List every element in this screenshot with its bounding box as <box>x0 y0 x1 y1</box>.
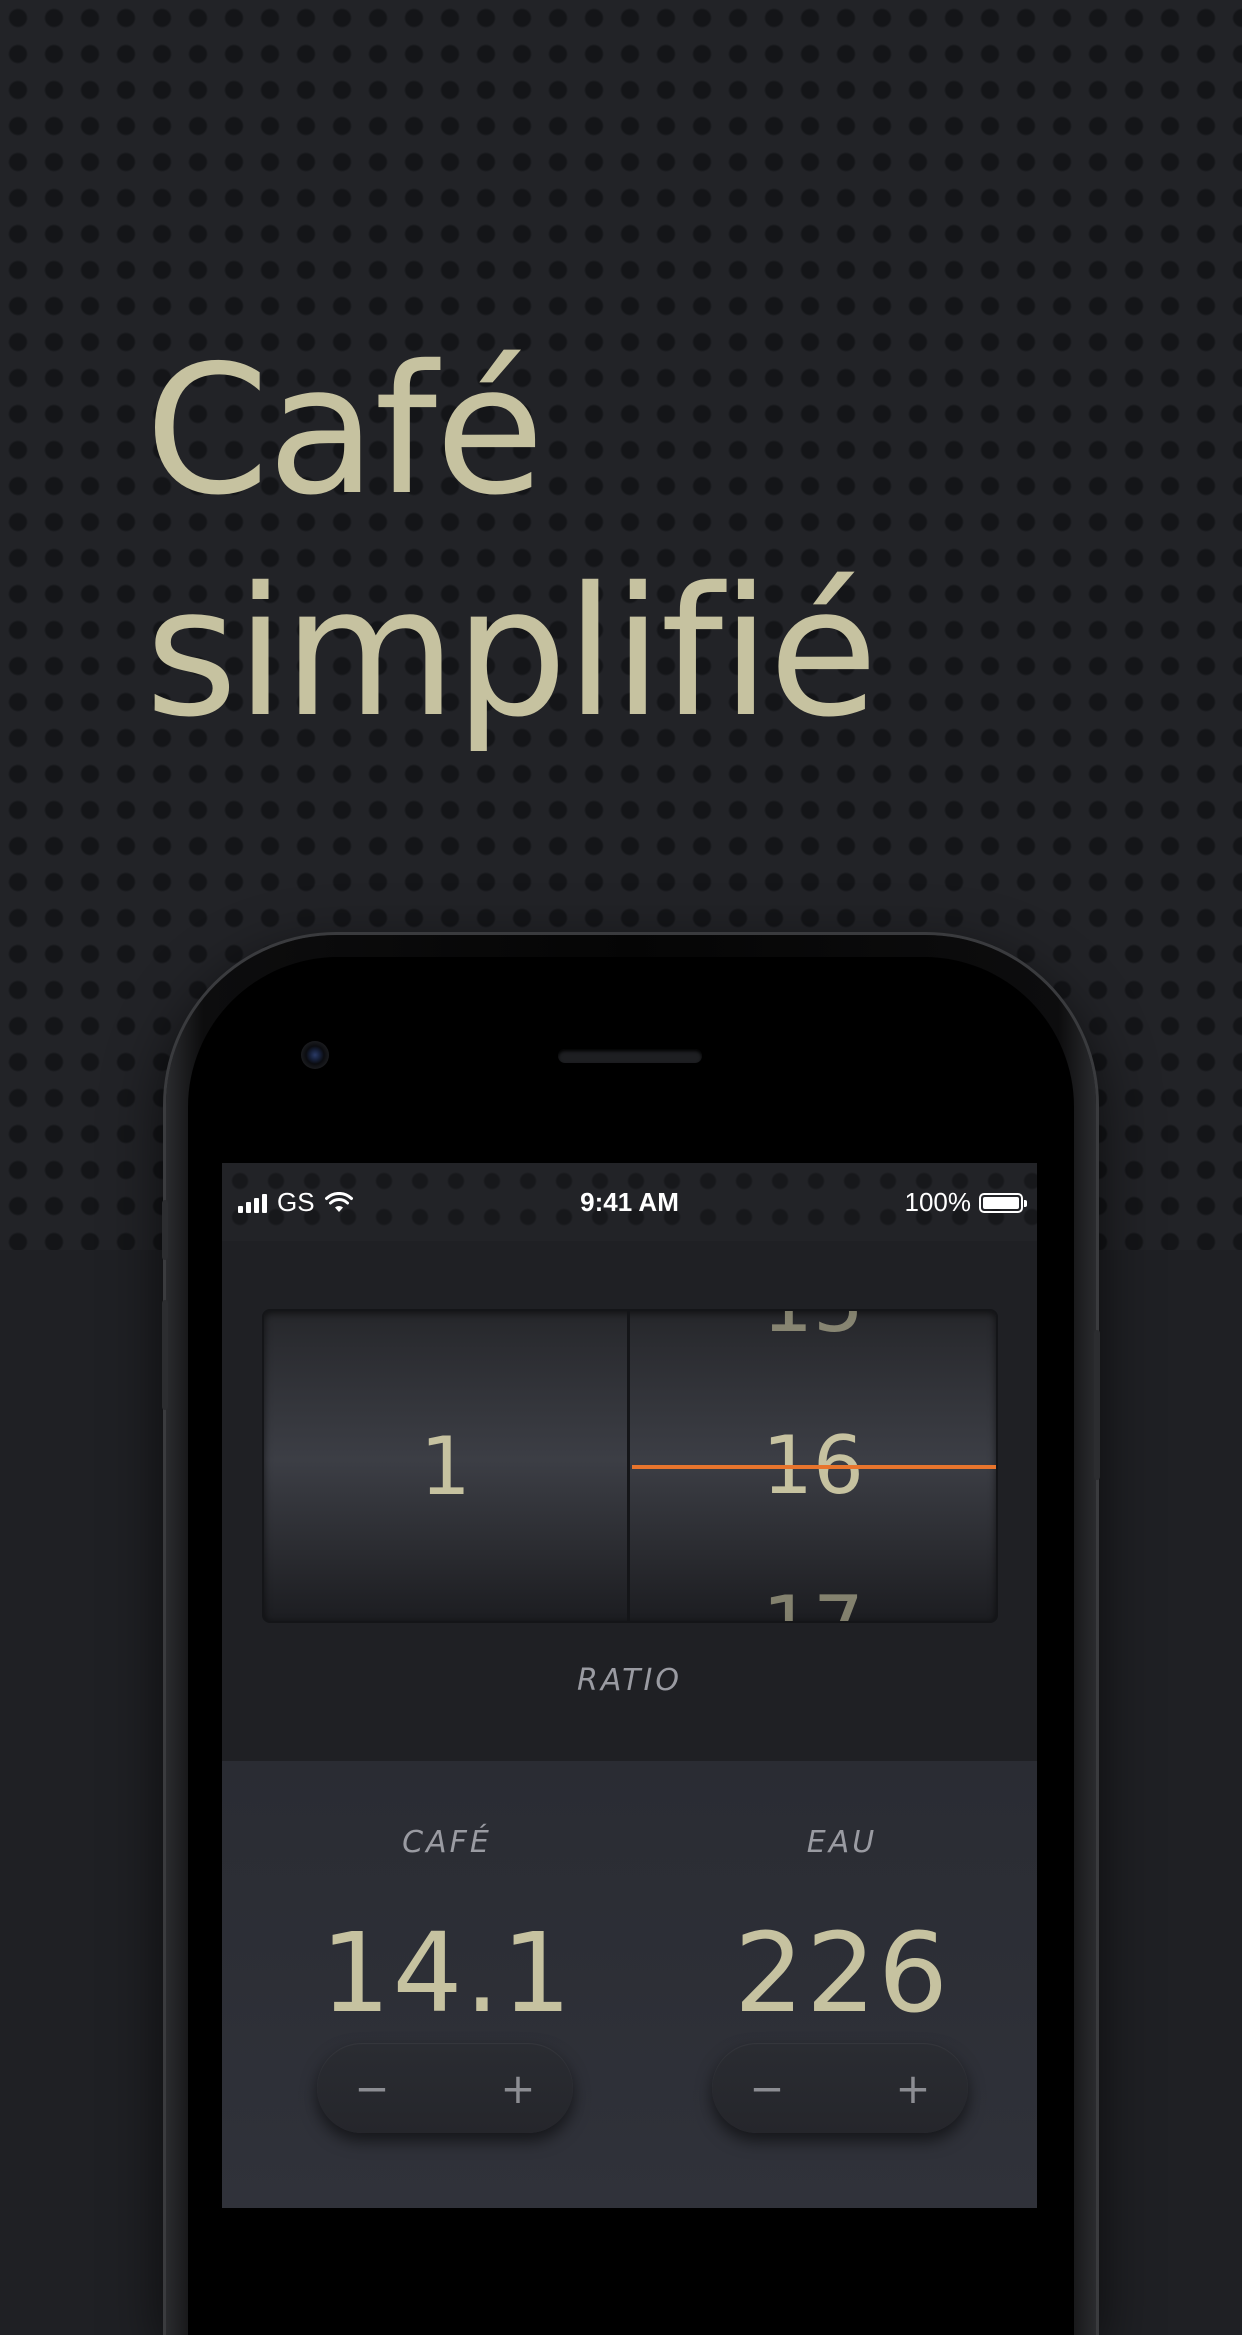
water-decrease-button[interactable]: − <box>712 2043 822 2133</box>
ratio-left-value: 1 <box>420 1419 471 1513</box>
headline-line-2: simplifié <box>145 549 878 756</box>
earpiece-speaker <box>558 1049 702 1063</box>
headline-line-1: Café <box>145 327 545 534</box>
ratio-label: RATIO <box>577 1663 682 1698</box>
water-label: EAU <box>806 1825 878 1860</box>
battery-icon <box>979 1192 1027 1213</box>
coffee-decrease-button[interactable]: − <box>317 2043 427 2133</box>
headline: Café simplifié <box>145 320 878 764</box>
water-value: 226 <box>734 1909 950 2037</box>
coffee-stepper: − + <box>317 2043 573 2133</box>
status-bar-right: 100% <box>904 1187 1027 1218</box>
phone-power-button <box>1094 1330 1100 1480</box>
coffee-value: 14.1 <box>320 1909 574 2037</box>
coffee-label: CAFÉ <box>402 1825 492 1860</box>
battery-percent: 100% <box>904 1187 972 1217</box>
status-bar: GS 9:41 AM 100% <box>222 1163 1037 1241</box>
ratio-indicator-line <box>632 1465 996 1469</box>
ratio-wheel-next[interactable]: 17 <box>630 1581 996 1622</box>
ratio-wheel-previous[interactable]: 15 <box>630 1311 996 1349</box>
app-screen: GS 9:41 AM 100% 1 15 16 17 RATIO CAFÉ 14… <box>222 1163 1037 2208</box>
coffee-increase-button[interactable]: + <box>463 2043 573 2133</box>
front-camera-icon <box>301 1041 329 1069</box>
phone-mute-switch <box>162 1200 168 1260</box>
water-stepper: − + <box>712 2043 968 2133</box>
quantities-panel: CAFÉ 14.1 − + EAU 226 − + <box>222 1761 1037 2208</box>
battery-fill <box>983 1196 1019 1209</box>
water-increase-button[interactable]: + <box>858 2043 968 2133</box>
phone-volume-button <box>162 1300 168 1410</box>
ratio-picker[interactable]: 1 15 16 17 <box>262 1309 998 1623</box>
